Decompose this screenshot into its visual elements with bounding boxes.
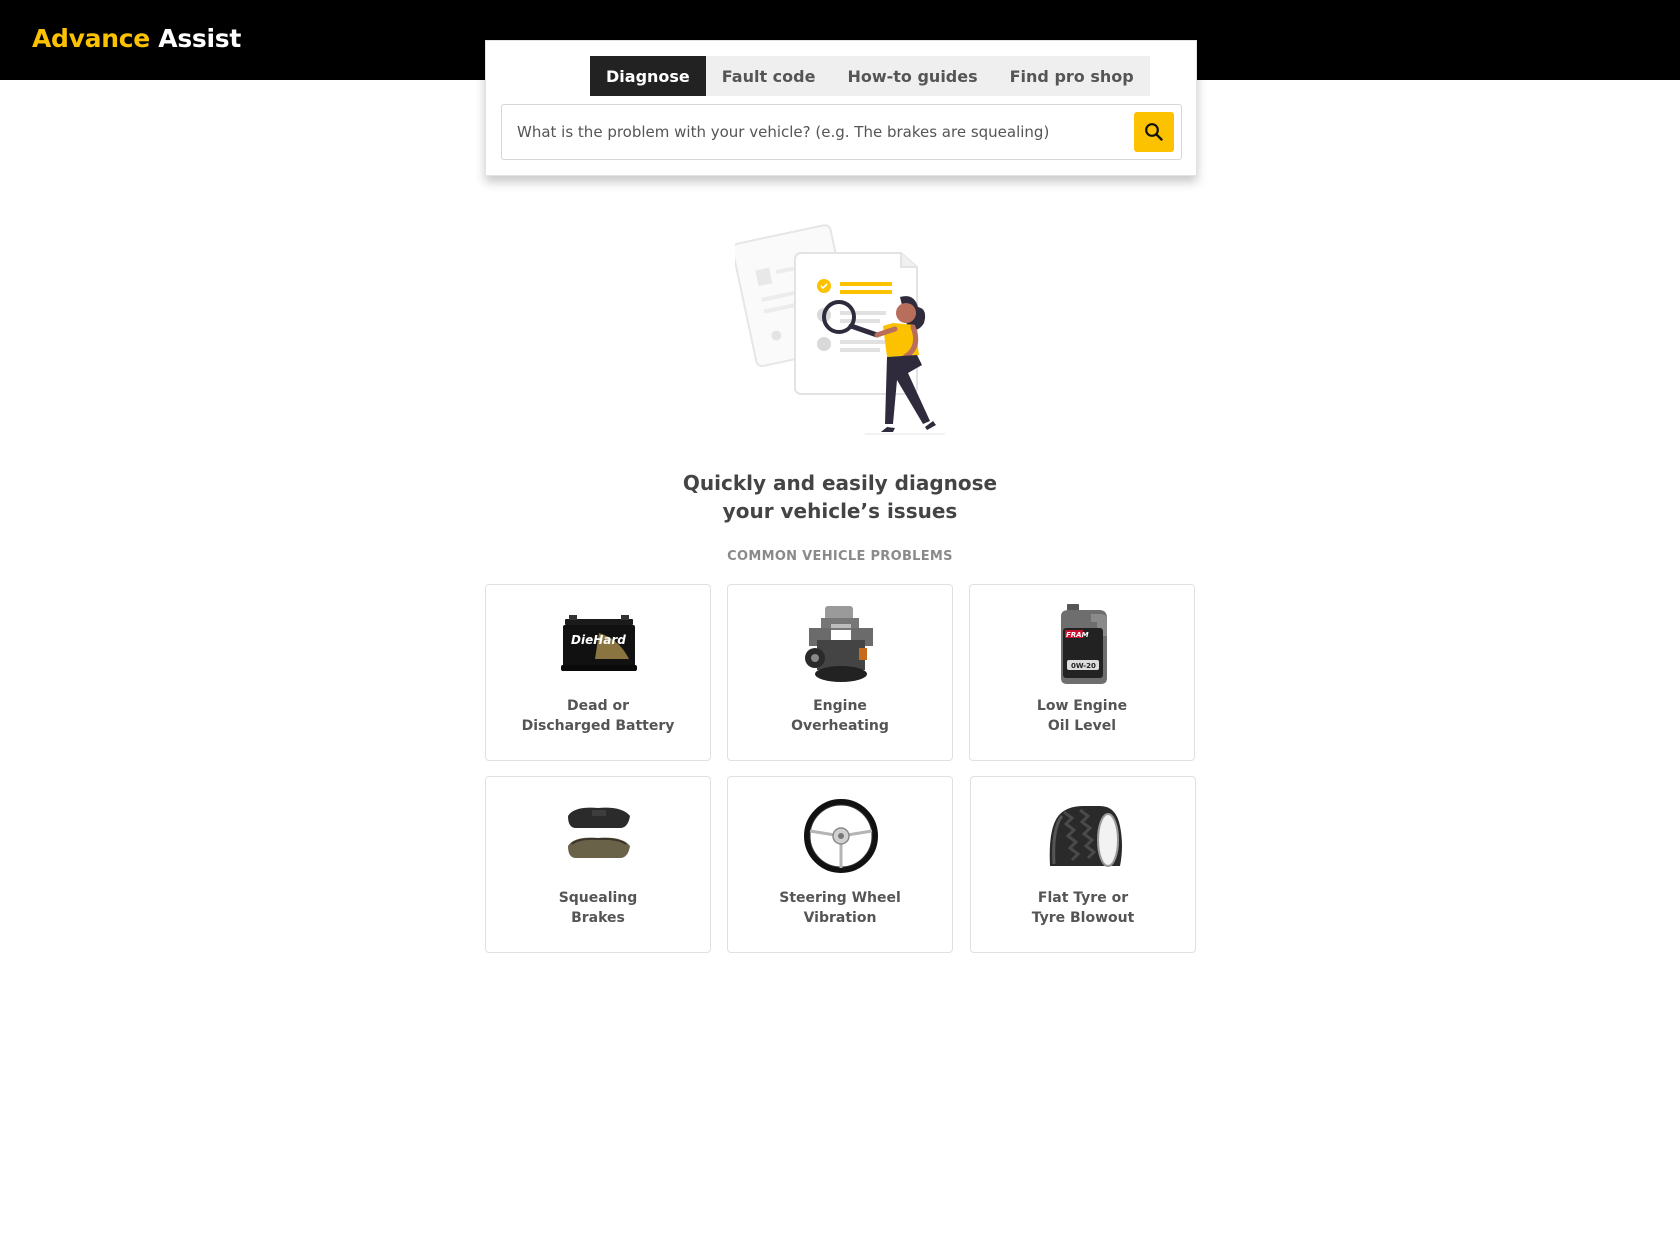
section-label: COMMON VEHICLE PROBLEMS: [727, 549, 953, 564]
problem-card-tyre[interactable]: Flat Tyre or Tyre Blowout: [970, 776, 1196, 953]
problem-label-line-1: Flat Tyre or: [1037, 890, 1129, 906]
search-button[interactable]: [1134, 112, 1174, 152]
problem-label-line-1: Squealing: [558, 890, 638, 906]
steering-wheel-image: [791, 791, 891, 881]
tab-bar: Diagnose Fault code How-to guides Find p…: [590, 56, 1150, 96]
problem-label-line-2: Discharged Battery: [521, 718, 675, 734]
tab-fault-code[interactable]: Fault code: [706, 56, 832, 96]
problem-label-line-1: Low Engine: [1036, 698, 1128, 714]
problem-card-engine[interactable]: Engine Overheating: [727, 584, 953, 761]
oil-bottle-image: FRAM 0W-20: [1033, 599, 1133, 689]
brand-logo[interactable]: Advance Assist: [32, 24, 241, 53]
battery-image: DieHard: [549, 599, 649, 689]
problem-card-oil[interactable]: FRAM 0W-20 Low Engine Oil Level: [969, 584, 1195, 761]
problem-label-line-2: Overheating: [791, 718, 889, 734]
tab-how-to-guides[interactable]: How-to guides: [831, 56, 993, 96]
problem-card-brakes[interactable]: Squealing Brakes: [485, 776, 711, 953]
brand-assist: Assist: [158, 24, 242, 53]
problem-label-line-2: Brakes: [571, 910, 625, 926]
diagnose-illustration: [731, 213, 945, 438]
search-card: Diagnose Fault code How-to guides Find p…: [485, 40, 1197, 176]
problem-label-line-1: Engine: [813, 698, 867, 714]
problem-label-line-2: Tyre Blowout: [1031, 910, 1135, 926]
problem-label-line-2: Oil Level: [1047, 718, 1117, 734]
problem-label: Dead or Discharged Battery: [486, 696, 710, 736]
search-box: [501, 104, 1182, 160]
tab-find-pro-shop[interactable]: Find pro shop: [994, 56, 1150, 96]
problem-label: Engine Overheating: [728, 696, 952, 736]
svg-text:DieHard: DieHard: [571, 633, 626, 647]
problem-label-line-2: Vibration: [803, 910, 877, 926]
problem-card-steering[interactable]: Steering Wheel Vibration: [727, 776, 953, 953]
problem-label-line-1: Dead or: [567, 698, 629, 714]
search-input[interactable]: [502, 105, 1122, 159]
problem-label: Flat Tyre or Tyre Blowout: [971, 888, 1195, 928]
svg-text:FRAM: FRAM: [1066, 631, 1089, 639]
search-icon: [1145, 123, 1163, 141]
problem-label: Low Engine Oil Level: [970, 696, 1194, 736]
brake-pads-image: [549, 791, 649, 881]
tyre-image: [1034, 791, 1134, 881]
headline-line-2: your vehicle’s issues: [722, 499, 958, 523]
svg-text:0W-20: 0W-20: [1071, 662, 1096, 670]
page-headline: Quickly and easily diagnose your vehicle…: [640, 469, 1040, 525]
brand-advance: Advance: [32, 24, 150, 53]
problem-card-battery[interactable]: DieHard Dead or Discharged Battery: [485, 584, 711, 761]
tab-diagnose[interactable]: Diagnose: [590, 56, 706, 96]
problem-label: Squealing Brakes: [486, 888, 710, 928]
problem-label: Steering Wheel Vibration: [728, 888, 952, 928]
problem-label-line-1: Steering Wheel: [779, 890, 901, 906]
headline-line-1: Quickly and easily diagnose: [682, 471, 998, 495]
engine-image: [791, 599, 891, 689]
